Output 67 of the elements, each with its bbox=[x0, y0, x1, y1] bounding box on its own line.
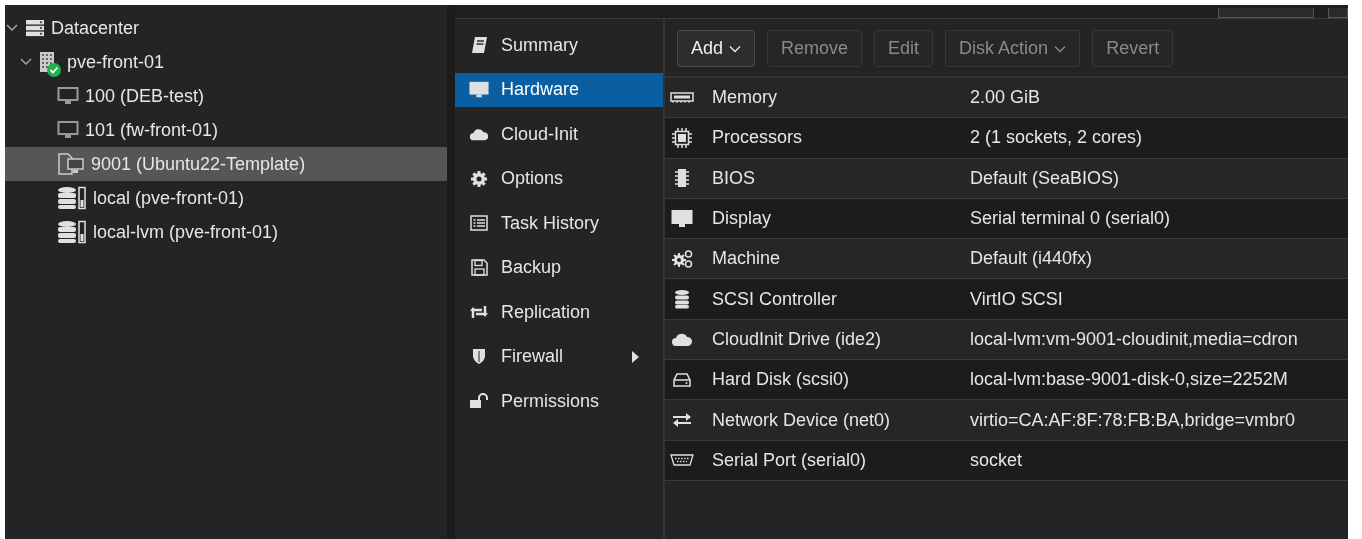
nav-item[interactable]: Options bbox=[455, 161, 663, 196]
table-cell-text: SCSI Controller bbox=[711, 288, 839, 310]
unlocked-padlock-icon bbox=[469, 393, 489, 409]
tree-item[interactable]: 100 (DEB-test) bbox=[5, 79, 447, 113]
book-icon bbox=[470, 36, 488, 54]
template-icon bbox=[57, 152, 85, 176]
table-cell: Serial terminal 0 (serial0) bbox=[970, 208, 1171, 230]
list-icon bbox=[470, 215, 488, 231]
nav-item[interactable]: Backup bbox=[455, 250, 663, 285]
nav-item[interactable]: Cloud-Init bbox=[455, 117, 663, 151]
table-cell: VirtIO SCSI bbox=[970, 288, 1063, 310]
hardware-row[interactable]: Hard Disk (scsi0) local-lvm:base-9001-disk-0,size=2252M bbox=[665, 360, 1348, 401]
table-cell-text: Memory bbox=[711, 87, 778, 109]
monitor-icon bbox=[671, 208, 693, 229]
nav-item[interactable]: Permissions bbox=[455, 384, 663, 418]
exchange-arrows-icon bbox=[672, 412, 692, 428]
tree-item[interactable]: Datacenter bbox=[5, 11, 447, 45]
nav-item[interactable]: Summary bbox=[455, 28, 663, 62]
chip-icon bbox=[672, 127, 692, 148]
toolbar-button[interactable]: Add bbox=[677, 30, 756, 67]
hardware-row[interactable]: Serial Port (serial0) socket bbox=[665, 440, 1348, 481]
hardware-row[interactable]: Processors 2 (1 sockets, 2 cores) bbox=[665, 118, 1348, 159]
hardware-row[interactable]: SCSI Controller VirtIO SCSI bbox=[665, 279, 1348, 320]
storage-icon bbox=[57, 220, 87, 244]
serial-port-icon bbox=[670, 454, 694, 467]
table-cell: local-lvm:vm-9001-cloudinit,media=cdron bbox=[970, 328, 1298, 350]
gear-icon bbox=[470, 169, 488, 188]
table-cell-text: Serial Port (serial0) bbox=[711, 449, 868, 471]
table-cell-text: CloudInit Drive (ide2) bbox=[711, 328, 883, 350]
monitor-icon bbox=[469, 79, 489, 100]
tree-item[interactable]: local (pve-front-01) bbox=[5, 181, 447, 215]
cloud-icon bbox=[671, 331, 693, 348]
shield-icon bbox=[472, 348, 486, 365]
cloud-icon bbox=[469, 126, 489, 142]
tree-item[interactable]: local-lvm (pve-front-01) bbox=[5, 215, 447, 249]
monitor-icon bbox=[57, 86, 79, 106]
gears-icon bbox=[671, 249, 693, 268]
storage-icon bbox=[57, 186, 87, 210]
monitor-icon bbox=[57, 120, 79, 140]
table-cell-text: Hard Disk (scsi0) bbox=[711, 369, 850, 391]
nav-item[interactable]: Firewall bbox=[455, 339, 663, 374]
table-cell: virtio=CA:AF:8F:78:FB:BA,bridge=vmbr0 bbox=[970, 409, 1296, 431]
nav-item[interactable]: Hardware bbox=[455, 72, 663, 107]
table-cell-text: BIOS bbox=[711, 167, 756, 189]
database-icon bbox=[674, 289, 690, 310]
table-cell: Default (SeaBIOS) bbox=[970, 167, 1120, 189]
chevron-icon[interactable] bbox=[19, 57, 33, 67]
memory-stick-icon bbox=[670, 91, 694, 104]
tree-item[interactable]: pve-front-01 bbox=[5, 45, 447, 79]
table-cell-text: Network Device (net0) bbox=[711, 409, 892, 431]
table-cell-text: Display bbox=[711, 208, 773, 230]
table-cell-text: Machine bbox=[711, 248, 782, 270]
tree-item[interactable]: 101 (fw-front-01) bbox=[5, 113, 447, 147]
nav-item[interactable]: Task History bbox=[455, 206, 663, 240]
chevron-icon[interactable] bbox=[5, 23, 19, 33]
server-rack-icon bbox=[25, 19, 45, 37]
table-cell: socket bbox=[970, 449, 1023, 471]
table-cell: 2 (1 sockets, 2 cores) bbox=[970, 127, 1143, 149]
table-cell-text: Processors bbox=[711, 127, 804, 149]
chip-icon bbox=[675, 168, 689, 189]
nav-item[interactable]: Replication bbox=[455, 295, 663, 329]
table-cell: local-lvm:base-9001-disk-0,size=2252M bbox=[970, 369, 1288, 391]
table-cell: Default (i440fx) bbox=[970, 248, 1093, 270]
table-cell: 2.00 GiB bbox=[970, 87, 1041, 109]
sync-arrows-icon bbox=[469, 304, 489, 320]
tree-item[interactable]: 9001 (Ubuntu22-Template) bbox=[5, 147, 447, 181]
hardware-row[interactable]: Display Serial terminal 0 (serial0) bbox=[665, 198, 1348, 240]
